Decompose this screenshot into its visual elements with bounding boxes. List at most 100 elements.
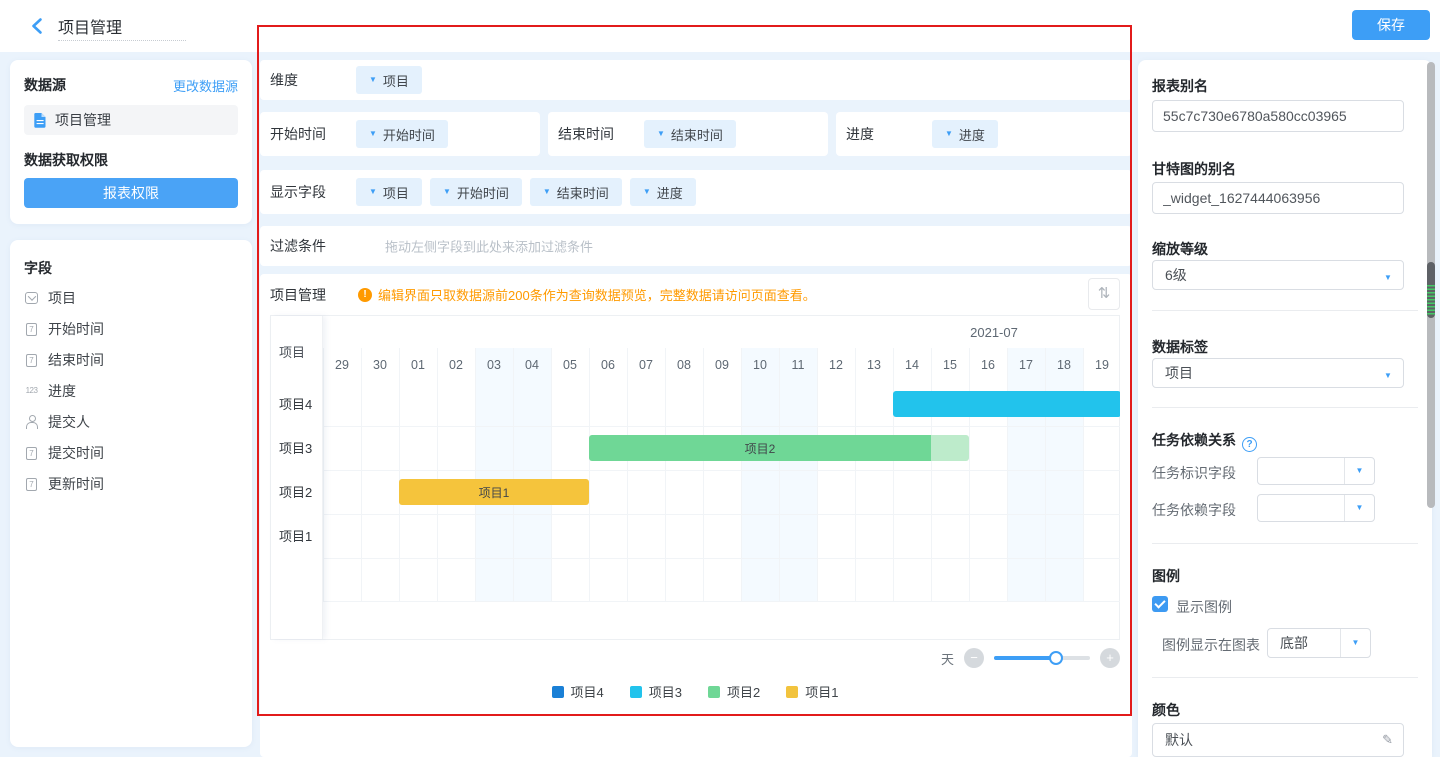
datasource-item[interactable]: 项目管理 xyxy=(24,105,238,135)
chevron-down-icon: ▼ xyxy=(1352,639,1360,647)
filter-row[interactable]: 过滤条件 拖动左侧字段到此处来添加过滤条件 xyxy=(260,226,1132,266)
save-button[interactable]: 保存 xyxy=(1352,10,1430,40)
dimension-tag[interactable]: ▼项目 xyxy=(356,66,422,94)
change-datasource-link[interactable]: 更改数据源 xyxy=(173,76,238,95)
measure-tag[interactable]: ▼进度 xyxy=(932,120,998,148)
date-tick: 18 xyxy=(1045,348,1083,382)
display-field-tag[interactable]: ▼项目 xyxy=(356,178,422,206)
report-alias-input[interactable] xyxy=(1152,100,1404,132)
legend-swatch xyxy=(552,686,564,698)
zoom-level-select[interactable]: 6级 ▼ xyxy=(1152,260,1404,290)
legend-item[interactable]: 项目2 xyxy=(708,682,760,701)
legend-item[interactable]: 项目3 xyxy=(630,682,682,701)
gantt-chart: 2021-07 29300102030405060708091011121314… xyxy=(270,315,1120,640)
gantt-bar-progress xyxy=(893,391,1120,417)
permission-title: 数据获取权限 xyxy=(24,150,108,170)
report-designer: 项目管理 保存 数据源 更改数据源 项目管理 数据获取权限 报表权限 字段 项目… xyxy=(0,0,1440,757)
chevron-down-icon: ▼ xyxy=(369,76,377,84)
field-item[interactable]: 提交时间 xyxy=(24,437,242,468)
color-title: 颜色 xyxy=(1152,700,1180,720)
display-field-tag[interactable]: ▼进度 xyxy=(630,178,696,206)
title-underline xyxy=(58,40,186,41)
date-axis: 2930010203040506070809101112131415161718… xyxy=(323,348,1120,382)
gantt-alias-input[interactable] xyxy=(1152,182,1404,214)
zoom-in-button[interactable] xyxy=(1100,648,1120,668)
field-item[interactable]: 更新时间 xyxy=(24,468,242,499)
gantt-row-label: 项目1 xyxy=(271,513,322,557)
preview-notice: 编辑界面只取数据源前200条作为查询数据预览，完整数据请访问页面查看。 xyxy=(358,285,816,304)
number-icon xyxy=(24,384,39,398)
field-item[interactable]: 进度 xyxy=(24,375,242,406)
date-tick: 03 xyxy=(475,348,513,382)
back-icon[interactable] xyxy=(28,16,48,36)
sort-button[interactable] xyxy=(1088,278,1120,310)
zoom-out-button[interactable] xyxy=(964,648,984,668)
divider xyxy=(1152,407,1418,408)
date-tick: 02 xyxy=(437,348,475,382)
date-tick: 09 xyxy=(703,348,741,382)
gantt-bar-progress: 项目2 xyxy=(589,435,931,461)
person-icon xyxy=(24,415,39,429)
grid-line xyxy=(323,470,1120,471)
field-item-label: 项目 xyxy=(48,288,76,308)
color-select[interactable]: 默认 xyxy=(1152,723,1404,757)
measure-tag[interactable]: ▼结束时间 xyxy=(644,120,736,148)
measure-box-1: 开始时间 ▼开始时间 xyxy=(260,112,540,156)
chevron-down-icon: ▼ xyxy=(1356,467,1364,475)
date-tick: 04 xyxy=(513,348,551,382)
page-title: 项目管理 xyxy=(58,14,122,38)
filter-label: 过滤条件 xyxy=(270,236,326,256)
gantt-bar-项目3[interactable] xyxy=(893,391,1120,417)
help-icon[interactable] xyxy=(1242,437,1257,452)
date-tick: 06 xyxy=(589,348,627,382)
date-tick: 14 xyxy=(893,348,931,382)
fields-title: 字段 xyxy=(24,258,52,278)
show-legend-label: 显示图例 xyxy=(1176,597,1232,617)
field-item-label: 提交人 xyxy=(48,412,90,432)
edit-icon[interactable] xyxy=(1382,732,1393,748)
report-permission-button[interactable]: 报表权限 xyxy=(24,178,238,208)
gantt-alias-label: 甘特图的别名 xyxy=(1152,159,1236,179)
measure-tag[interactable]: ▼开始时间 xyxy=(356,120,448,148)
date-tick: 08 xyxy=(665,348,703,382)
date-tick: 17 xyxy=(1007,348,1045,382)
calendar-icon xyxy=(24,477,39,491)
legend-position-select[interactable]: 底部 ▼ xyxy=(1267,628,1371,658)
grid-line xyxy=(323,514,1120,515)
calendar-icon xyxy=(24,322,39,336)
gantt-bar-项目1[interactable]: 项目1 xyxy=(399,479,589,505)
chevron-down-icon: ▼ xyxy=(369,188,377,196)
settings-panel: 报表别名 甘特图的别名 缩放等级 6级 ▼ 数据标签 项目 ▼ 任务依赖关系 任… xyxy=(1138,60,1432,757)
scrollbar-thumb[interactable] xyxy=(1427,262,1435,318)
grid-line xyxy=(323,426,1120,427)
slider-handle[interactable] xyxy=(1049,651,1063,665)
divider xyxy=(1152,310,1418,311)
field-item[interactable]: 提交人 xyxy=(24,406,242,437)
data-label-select[interactable]: 项目 ▼ xyxy=(1152,358,1404,388)
report-alias-label: 报表别名 xyxy=(1152,76,1208,96)
show-legend-checkbox[interactable] xyxy=(1152,596,1168,612)
gantt-bar-项目2[interactable]: 项目2 xyxy=(589,435,969,461)
gantt-row-label: 项目4 xyxy=(271,381,322,425)
gantt-timeline: 2021-07 29300102030405060708091011121314… xyxy=(323,316,1120,639)
gantt-row-label: 项目3 xyxy=(271,425,322,469)
measure-label: 开始时间 xyxy=(270,124,326,144)
document-icon xyxy=(34,113,47,128)
gantt-bar-remainder xyxy=(931,435,969,461)
legend-item[interactable]: 项目1 xyxy=(786,682,838,701)
task-dep-select[interactable]: ▼ xyxy=(1257,494,1375,522)
legend-swatch xyxy=(630,686,642,698)
field-item[interactable]: 结束时间 xyxy=(24,344,242,375)
divider xyxy=(1152,543,1418,544)
field-item[interactable]: 开始时间 xyxy=(24,313,242,344)
dependency-title: 任务依赖关系 xyxy=(1152,430,1257,452)
task-id-select[interactable]: ▼ xyxy=(1257,457,1375,485)
display-field-tag[interactable]: ▼开始时间 xyxy=(430,178,522,206)
chevron-down-icon: ▼ xyxy=(1384,273,1392,282)
display-field-tag[interactable]: ▼结束时间 xyxy=(530,178,622,206)
legend-position-label: 图例显示在图表 xyxy=(1162,635,1260,655)
fields-card: 字段 项目开始时间结束时间进度提交人提交时间更新时间 xyxy=(10,240,252,747)
field-item[interactable]: 项目 xyxy=(24,282,242,313)
zoom-slider[interactable] xyxy=(994,648,1090,668)
legend-item[interactable]: 项目4 xyxy=(552,682,604,701)
